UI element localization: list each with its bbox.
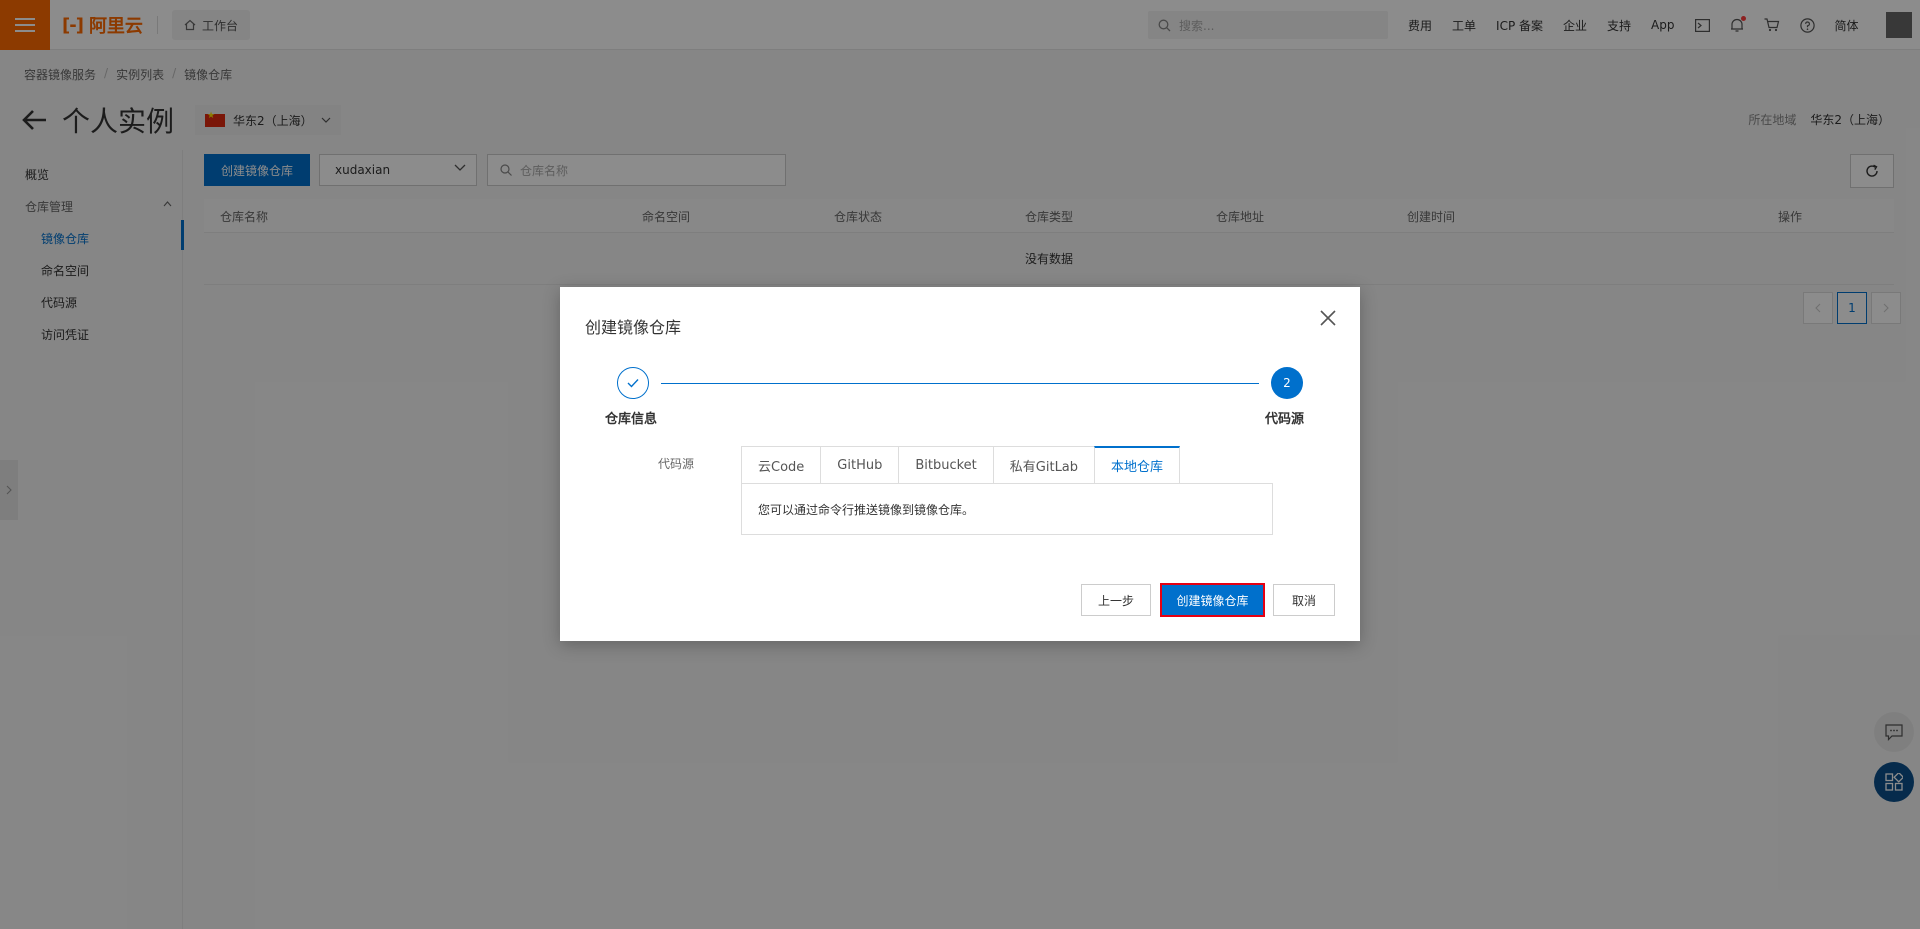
step-2-active-indicator: 2: [1271, 367, 1303, 399]
close-icon[interactable]: [1318, 308, 1338, 328]
tab-yuncode[interactable]: 云Code: [741, 446, 821, 484]
step-2-label: 代码源: [1265, 412, 1305, 427]
step-1-label: 仓库信息: [605, 412, 658, 427]
confirm-create-repo-button[interactable]: 创建镜像仓库: [1160, 583, 1265, 617]
tab-private-gitlab[interactable]: 私有GitLab: [992, 446, 1095, 484]
tab-bitbucket[interactable]: Bitbucket: [898, 446, 993, 484]
step-1-done-indicator: [617, 367, 649, 399]
previous-step-button[interactable]: 上一步: [1081, 584, 1151, 616]
check-icon: [627, 379, 639, 388]
dialog-title: 创建镜像仓库: [585, 318, 682, 337]
code-source-label: 代码源: [658, 457, 695, 471]
tab-panel-text: 您可以通过命令行推送镜像到镜像仓库。: [741, 483, 1273, 535]
tab-github[interactable]: GitHub: [820, 446, 899, 484]
create-repo-dialog: 创建镜像仓库 2 仓库信息 代码源 代码源 云Code GitHub Bitbu…: [560, 287, 1360, 641]
code-source-tabs: 云Code GitHub Bitbucket 私有GitLab 本地仓库: [741, 446, 1181, 484]
step-connector-line: [661, 383, 1259, 384]
cancel-button[interactable]: 取消: [1273, 584, 1335, 616]
tab-local-repo[interactable]: 本地仓库: [1094, 446, 1181, 484]
